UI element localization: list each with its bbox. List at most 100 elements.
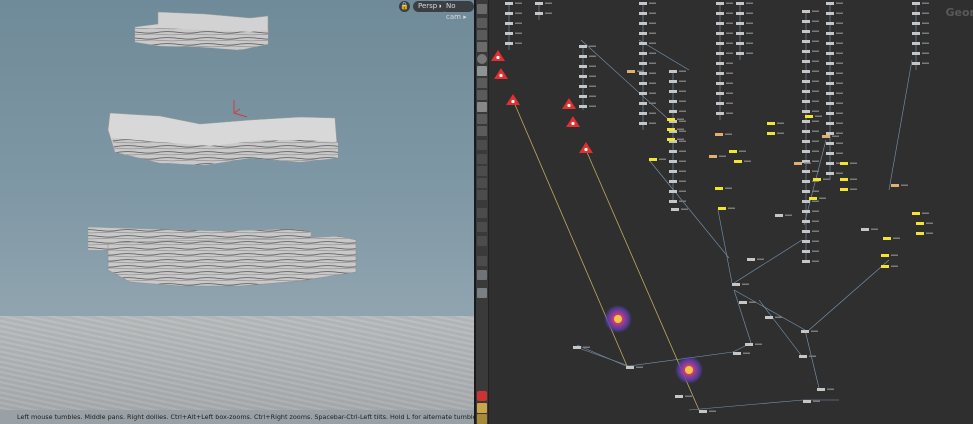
node[interactable] bbox=[669, 170, 677, 173]
node[interactable] bbox=[716, 32, 724, 35]
node[interactable] bbox=[802, 90, 810, 93]
node[interactable] bbox=[802, 190, 810, 193]
node[interactable] bbox=[802, 110, 810, 113]
node[interactable] bbox=[639, 52, 647, 55]
node[interactable] bbox=[840, 188, 848, 191]
node[interactable] bbox=[826, 32, 834, 35]
warning-icon[interactable] bbox=[491, 50, 505, 61]
node[interactable] bbox=[639, 42, 647, 45]
node[interactable] bbox=[579, 55, 587, 58]
node[interactable] bbox=[912, 12, 920, 15]
node[interactable] bbox=[505, 42, 513, 45]
node[interactable] bbox=[505, 22, 513, 25]
sphere-icon[interactable] bbox=[477, 54, 487, 64]
lock-icon[interactable]: 🔒 bbox=[399, 1, 410, 12]
node[interactable] bbox=[715, 187, 723, 190]
node[interactable] bbox=[802, 70, 810, 73]
node[interactable] bbox=[912, 62, 920, 65]
node[interactable] bbox=[826, 42, 834, 45]
node[interactable] bbox=[912, 22, 920, 25]
node[interactable] bbox=[802, 40, 810, 43]
node[interactable] bbox=[669, 110, 677, 113]
node[interactable] bbox=[716, 42, 724, 45]
node[interactable] bbox=[826, 2, 834, 5]
node[interactable] bbox=[826, 72, 834, 75]
node[interactable] bbox=[802, 20, 810, 23]
node[interactable] bbox=[639, 72, 647, 75]
handle-icon[interactable] bbox=[477, 178, 487, 188]
node[interactable] bbox=[826, 22, 834, 25]
network-graph[interactable] bbox=[489, 0, 973, 424]
node[interactable] bbox=[916, 222, 924, 225]
node[interactable] bbox=[639, 92, 647, 95]
node[interactable] bbox=[802, 60, 810, 63]
color-alt-icon[interactable] bbox=[477, 414, 487, 424]
camera-icon[interactable] bbox=[477, 166, 487, 176]
warning-icon[interactable] bbox=[579, 142, 593, 153]
node[interactable] bbox=[716, 52, 724, 55]
node[interactable] bbox=[535, 2, 543, 5]
node[interactable] bbox=[675, 395, 683, 398]
node[interactable] bbox=[826, 132, 834, 135]
warning-icon[interactable] bbox=[562, 98, 576, 109]
render-node[interactable] bbox=[685, 366, 693, 374]
warning-icon[interactable] bbox=[477, 391, 487, 401]
node[interactable] bbox=[579, 105, 587, 108]
node[interactable] bbox=[639, 2, 647, 5]
pose-icon[interactable] bbox=[477, 18, 487, 28]
node[interactable] bbox=[912, 2, 920, 5]
node[interactable] bbox=[826, 152, 834, 155]
node[interactable] bbox=[802, 220, 810, 223]
cam-menu[interactable]: No cam ▸ bbox=[441, 1, 474, 21]
node[interactable] bbox=[802, 260, 810, 263]
node[interactable] bbox=[716, 72, 724, 75]
node[interactable] bbox=[505, 12, 513, 15]
node[interactable] bbox=[912, 32, 920, 35]
node[interactable] bbox=[826, 122, 834, 125]
node[interactable] bbox=[801, 330, 809, 333]
warning-icon[interactable] bbox=[494, 68, 508, 79]
node[interactable] bbox=[729, 150, 737, 153]
node[interactable] bbox=[802, 210, 810, 213]
node[interactable] bbox=[809, 197, 817, 200]
node[interactable] bbox=[803, 400, 811, 403]
node[interactable] bbox=[912, 42, 920, 45]
node[interactable] bbox=[802, 120, 810, 123]
snap-icon[interactable] bbox=[477, 114, 487, 124]
node[interactable] bbox=[883, 237, 891, 240]
scene-viewport[interactable]: 🔒 Persp ▸ No cam ▸ Left mouse tumbles. M… bbox=[0, 0, 474, 424]
node[interactable] bbox=[639, 12, 647, 15]
node[interactable] bbox=[802, 80, 810, 83]
node[interactable] bbox=[802, 230, 810, 233]
node[interactable] bbox=[736, 22, 744, 25]
node[interactable] bbox=[881, 254, 889, 257]
node[interactable] bbox=[802, 150, 810, 153]
node[interactable] bbox=[505, 2, 513, 5]
node[interactable] bbox=[736, 42, 744, 45]
warning-icon[interactable] bbox=[506, 94, 520, 105]
node[interactable] bbox=[745, 343, 753, 346]
pin-icon[interactable] bbox=[477, 90, 487, 100]
flip-icon[interactable] bbox=[477, 256, 487, 266]
node[interactable] bbox=[736, 52, 744, 55]
node[interactable] bbox=[802, 250, 810, 253]
node[interactable] bbox=[716, 102, 724, 105]
node[interactable] bbox=[813, 178, 821, 181]
node[interactable] bbox=[716, 2, 724, 5]
node[interactable] bbox=[775, 214, 783, 217]
node[interactable] bbox=[669, 180, 677, 183]
node[interactable] bbox=[826, 172, 834, 175]
node[interactable] bbox=[881, 265, 889, 268]
node[interactable] bbox=[826, 162, 834, 165]
node[interactable] bbox=[639, 62, 647, 65]
select-icon[interactable] bbox=[477, 4, 487, 14]
node[interactable] bbox=[639, 32, 647, 35]
node[interactable] bbox=[669, 150, 677, 153]
node[interactable] bbox=[826, 142, 834, 145]
node[interactable] bbox=[767, 122, 775, 125]
node[interactable] bbox=[627, 70, 635, 73]
node[interactable] bbox=[535, 12, 543, 15]
render-icon[interactable] bbox=[477, 222, 487, 232]
node[interactable] bbox=[669, 190, 677, 193]
node[interactable] bbox=[626, 366, 634, 369]
